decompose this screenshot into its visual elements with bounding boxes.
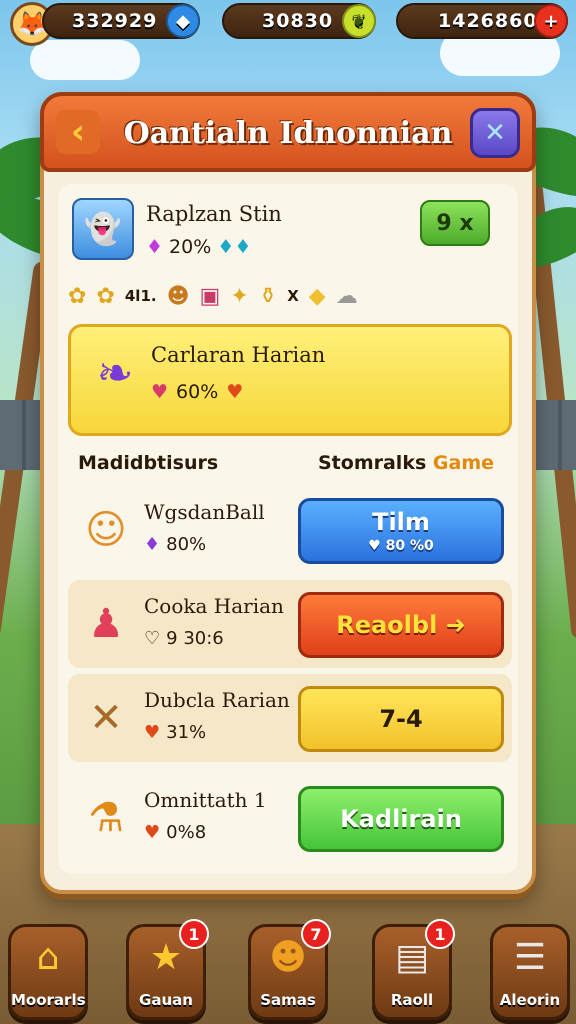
row-stat: ♡ 9 30:6 xyxy=(144,628,224,649)
gem-icon: ♦ xyxy=(144,534,161,555)
list-item: ⚗ Omnittath 1 ♥ 0%8 Kadlirain xyxy=(68,774,512,862)
section-title-left: Madidbtisurs xyxy=(78,452,219,474)
featured-name: Carlaran Harian xyxy=(151,343,326,367)
profile-card: 👻 Raplzan Stin ♦ 20% ♦♦ 9 x xyxy=(58,184,518,274)
row-name: Cooka Harian xyxy=(144,594,284,618)
item-label: X xyxy=(287,287,299,305)
nav-item-home[interactable]: ⌂ Moorarls xyxy=(8,924,88,1020)
row-stat: ♥ 31% xyxy=(144,722,206,743)
nav-label: Moorarls xyxy=(11,991,86,1009)
featured-stat: ♥ 60% ♥ xyxy=(151,381,243,403)
bottom-nav: ⌂ Moorarls ★ Gauan 1 ☻ Samas 7 ▤ Raoll 1… xyxy=(0,912,576,1024)
resource-counter-1: 332929 ◆ xyxy=(42,3,200,39)
action-button[interactable]: 7-4 xyxy=(298,686,504,752)
panel-header: ‹ Oantialn Idnonnian ✕ xyxy=(40,92,536,172)
item-icon[interactable]: ⚱ xyxy=(259,284,277,309)
action-button[interactable]: Tilm ♥ 80 %0 xyxy=(298,498,504,564)
action-button[interactable]: Kadlirain xyxy=(298,786,504,852)
list-item: ✕ Dubcla Rarian ♥ 31% 7-4 xyxy=(68,674,512,762)
nav-item-star[interactable]: ★ Gauan 1 xyxy=(126,919,209,1020)
resource-value: 1426860 xyxy=(438,10,538,32)
row-stat: ♦ 80% xyxy=(144,534,206,555)
item-icon: ⚗ xyxy=(88,795,124,841)
nav-label: Samas xyxy=(260,991,316,1009)
leaf-icon[interactable]: ❦ xyxy=(342,4,376,38)
notification-badge: 7 xyxy=(301,919,331,949)
row-stat-value: 0%8 xyxy=(166,822,207,843)
action-button-label: Kadlirain xyxy=(340,805,462,833)
action-button-sub: ♥ 80 %0 xyxy=(368,538,434,554)
nav-label: Gauan xyxy=(139,991,193,1009)
action-button-label: Tilm xyxy=(372,508,430,536)
resource-value: 332929 xyxy=(72,10,158,32)
heart-icon: ♥ xyxy=(151,381,169,403)
heart-icon: ♥ xyxy=(144,722,161,743)
row-name: Dubcla Rarian xyxy=(144,688,290,712)
nav-item-menu[interactable]: ☰ Aleorin xyxy=(490,924,570,1020)
panel-title: Oantialn Idnonnian xyxy=(123,116,453,151)
heart-icon: ♥ xyxy=(226,381,244,403)
list-item: ☺ WgsdanBall ♦ 80% Tilm ♥ 80 %0 xyxy=(68,486,512,574)
character-icon: ☺ xyxy=(85,507,127,553)
nav-item-games[interactable]: ☻ Samas 7 xyxy=(248,919,331,1020)
profile-name: Raplzan Stin xyxy=(146,202,282,226)
items-row: ✿ ✿ 4l1. ☻ ▣ ✦ ⚱ X ◆ ☁ xyxy=(68,276,508,316)
gem-icon: ♦♦ xyxy=(217,236,252,258)
multiplier-button[interactable]: 9 x xyxy=(420,200,490,246)
action-button-label: 7-4 xyxy=(379,705,423,733)
item-icon[interactable]: ✿ xyxy=(96,284,114,309)
nav-label: Raoll xyxy=(390,991,434,1009)
action-button-label: Reaolbl ➜ xyxy=(336,611,466,639)
item-label: 4l1. xyxy=(124,287,157,305)
item-icon[interactable]: ✿ xyxy=(68,284,86,309)
item-icon[interactable]: ☻ xyxy=(167,284,190,309)
list-item: ♟ Cooka Harian ♡ 9 30:6 Reaolbl ➜ xyxy=(68,580,512,668)
crossed-logs-icon: ✕ xyxy=(89,695,123,741)
gem-icon: ♦ xyxy=(146,236,164,258)
item-icon[interactable]: ▣ xyxy=(200,284,221,309)
profile-stat: ♦ 20% ♦♦ xyxy=(146,236,251,258)
section-title-main: Stomralks xyxy=(318,452,427,474)
section-title-right: Stomralks Game xyxy=(318,452,494,474)
item-icon[interactable]: ◆ xyxy=(309,284,326,309)
item-icon[interactable]: ✦ xyxy=(230,284,248,309)
heart-icon: ♥ xyxy=(144,822,161,843)
back-button[interactable]: ‹ xyxy=(56,110,100,154)
row-stat-value: 31% xyxy=(166,722,207,743)
main-panel: ‹ Oantialn Idnonnian ✕ 👻 Raplzan Stin ♦ … xyxy=(40,92,536,894)
featured-stat-value: 60% xyxy=(176,381,219,403)
featured-card[interactable]: ❧ Carlaran Harian ♥ 60% ♥ xyxy=(68,324,512,436)
notification-badge: 1 xyxy=(179,919,209,949)
nav-label: Aleorin xyxy=(499,991,561,1009)
notification-badge: 1 xyxy=(425,919,455,949)
character-icon: ♟ xyxy=(88,601,124,647)
resource-counter-3: 1426860 + xyxy=(396,3,568,39)
nav-item-roll[interactable]: ▤ Raoll 1 xyxy=(372,919,455,1020)
resource-value: 30830 xyxy=(262,10,334,32)
panel-content: 👻 Raplzan Stin ♦ 20% ♦♦ 9 x ✿ ✿ 4l1. ☻ ▣… xyxy=(58,184,518,874)
home-icon: ⌂ xyxy=(36,937,60,978)
action-button[interactable]: Reaolbl ➜ xyxy=(298,592,504,658)
plus-icon[interactable]: + xyxy=(534,4,568,38)
featured-icon: ❧ xyxy=(96,347,134,399)
row-name: WgsdanBall xyxy=(144,500,265,524)
resource-bar: 🦊 332929 ◆ 30830 ❦ 1426860 + xyxy=(0,0,576,46)
diamond-icon[interactable]: ◆ xyxy=(166,4,200,38)
close-button[interactable]: ✕ xyxy=(470,108,520,158)
profile-stat-value: 20% xyxy=(169,236,212,258)
row-name: Omnittath 1 xyxy=(144,788,267,812)
row-stat-value: 80% xyxy=(166,534,207,555)
character-icon: 👻 xyxy=(72,198,134,260)
item-icon[interactable]: ☁ xyxy=(336,284,358,309)
resource-counter-2: 30830 ❦ xyxy=(222,3,376,39)
row-stat: ♥ 0%8 xyxy=(144,822,206,843)
heart-icon: ♡ xyxy=(144,628,161,649)
menu-icon: ☰ xyxy=(513,937,547,978)
section-title-accent: Game xyxy=(432,452,495,474)
row-stat-value: 9 30:6 xyxy=(166,628,224,649)
